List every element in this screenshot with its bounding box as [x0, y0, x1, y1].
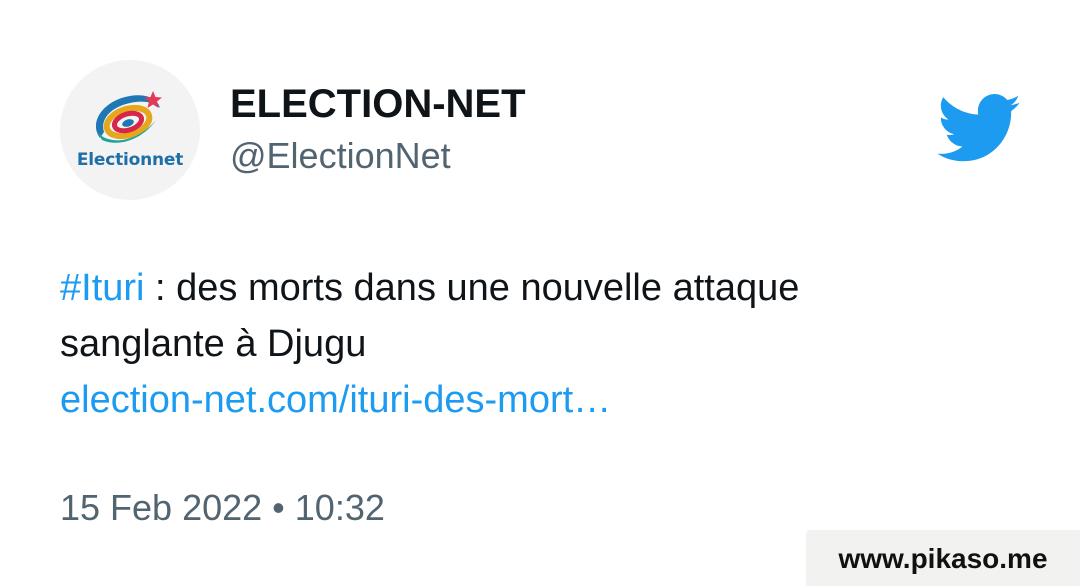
- author-display-name[interactable]: ELECTION-NET: [230, 80, 526, 128]
- tweet-text: #Ituri : des morts dans une nouvelle att…: [60, 260, 1020, 428]
- watermark: www.pikaso.me: [806, 530, 1080, 586]
- tweet-text-line-1: #Ituri : des morts dans une nouvelle att…: [60, 260, 1020, 316]
- watermark-text: www.pikaso.me: [838, 543, 1048, 574]
- electionnet-logo: [95, 91, 162, 143]
- avatar-logo-text: Electionnet: [76, 150, 184, 170]
- author-handle[interactable]: @ElectionNet: [230, 134, 451, 178]
- avatar[interactable]: Electionnet: [60, 60, 200, 200]
- article-link[interactable]: election-net.com/ituri-des-mort…: [60, 379, 611, 421]
- tweet-text-segment: : des morts dans une nouvelle attaque: [144, 267, 800, 309]
- hashtag-link[interactable]: #Ituri: [60, 267, 144, 309]
- tweet-timestamp[interactable]: 15 Feb 2022 • 10:32: [60, 486, 385, 530]
- tweet-text-line-3: election-net.com/ituri-des-mort…: [60, 372, 1020, 428]
- tweet-text-line-2: sanglante à Djugu: [60, 323, 367, 365]
- tweet-card: Electionnet ELECTION-NET @ElectionNet #I…: [0, 0, 1080, 586]
- twitter-bird-icon[interactable]: [938, 94, 1022, 164]
